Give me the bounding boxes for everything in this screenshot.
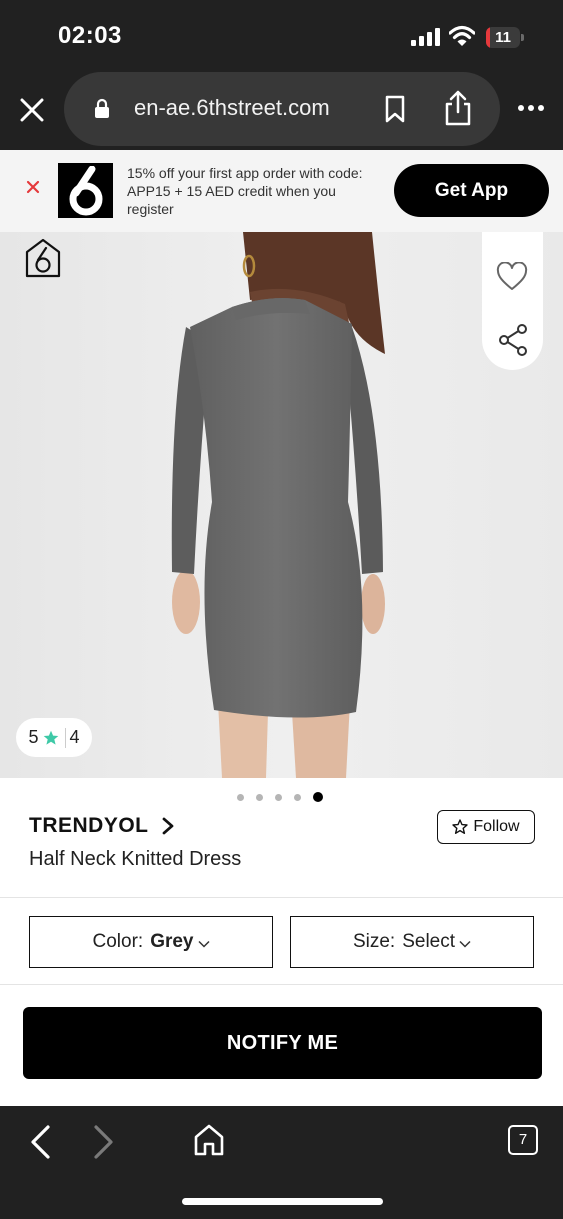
star-outline-icon xyxy=(452,819,469,834)
close-icon xyxy=(20,98,44,122)
rating-score: 5 xyxy=(28,727,39,747)
battery-indicator: 11 xyxy=(486,27,524,48)
carousel-dot[interactable] xyxy=(294,793,301,801)
status-bar: 02:03 11 xyxy=(0,0,563,72)
browser-bottom-bar: 7 xyxy=(0,1106,563,1219)
share-icon[interactable] xyxy=(444,90,472,126)
heart-icon[interactable] xyxy=(496,262,528,292)
status-time: 02:03 xyxy=(58,22,122,49)
close-tab-button[interactable] xyxy=(16,94,48,126)
address-bar[interactable]: en-ae.6thstreet.com xyxy=(64,72,500,146)
carousel-dot-active[interactable] xyxy=(313,792,323,802)
follow-button[interactable]: Follow xyxy=(437,810,535,844)
home-icon[interactable] xyxy=(193,1123,225,1157)
size-label: Size: xyxy=(352,931,396,952)
more-icon[interactable] xyxy=(517,103,545,113)
size-selector[interactable]: Size: Select xyxy=(290,916,534,968)
carousel-dot[interactable] xyxy=(275,793,282,801)
lock-icon xyxy=(95,98,109,118)
wifi-icon xyxy=(449,25,475,46)
notify-me-button[interactable]: NOTIFY ME xyxy=(23,1007,542,1079)
rating-badge[interactable]: 5 4 xyxy=(16,718,92,757)
rating-divider xyxy=(64,727,66,748)
close-banner-icon[interactable] xyxy=(24,178,42,196)
get-app-button[interactable]: Get App xyxy=(394,164,549,217)
six-logo-icon xyxy=(69,165,102,215)
battery-level: 11 xyxy=(495,29,511,46)
image-action-pill xyxy=(482,232,543,370)
app-download-banner: 15% off your first app order with code: … xyxy=(0,150,563,232)
carousel-indicator[interactable] xyxy=(237,791,323,803)
forward-arrow-icon[interactable] xyxy=(92,1124,116,1160)
back-arrow-icon[interactable] xyxy=(28,1124,52,1160)
size-value: Select xyxy=(402,931,456,952)
browser-toolbar: en-ae.6thstreet.com xyxy=(0,72,563,150)
url-text: en-ae.6thstreet.com xyxy=(134,95,330,120)
product-image[interactable] xyxy=(0,232,563,778)
color-value: Grey xyxy=(150,931,194,952)
chevron-right-icon xyxy=(162,817,173,835)
home-indicator[interactable] xyxy=(182,1198,383,1205)
brand-link[interactable]: TRENDYOL xyxy=(29,811,175,841)
color-label: Color: xyxy=(92,931,144,952)
product-gallery[interactable]: 5 4 xyxy=(0,232,563,778)
divider xyxy=(0,984,563,985)
carousel-dot[interactable] xyxy=(256,793,263,801)
brand-name: TRENDYOL xyxy=(29,814,149,837)
signal-icon xyxy=(411,28,440,46)
carousel-dot[interactable] xyxy=(237,793,244,801)
star-icon xyxy=(43,730,58,745)
color-selector[interactable]: Color: Grey xyxy=(29,916,273,968)
chevron-down-icon xyxy=(459,940,471,948)
promo-message: 15% off your first app order with code: … xyxy=(127,165,363,217)
rating-count: 4 xyxy=(69,727,80,747)
product-title: Half Neck Knitted Dress xyxy=(29,848,242,870)
divider xyxy=(0,897,563,898)
tabs-button[interactable]: 7 xyxy=(508,1125,538,1155)
brand-logo xyxy=(58,163,113,218)
bookmark-icon[interactable] xyxy=(384,95,406,123)
follow-label: Follow xyxy=(473,818,520,835)
chevron-down-icon xyxy=(197,940,210,948)
share-icon[interactable] xyxy=(498,324,528,356)
store-logo-icon xyxy=(25,238,61,278)
